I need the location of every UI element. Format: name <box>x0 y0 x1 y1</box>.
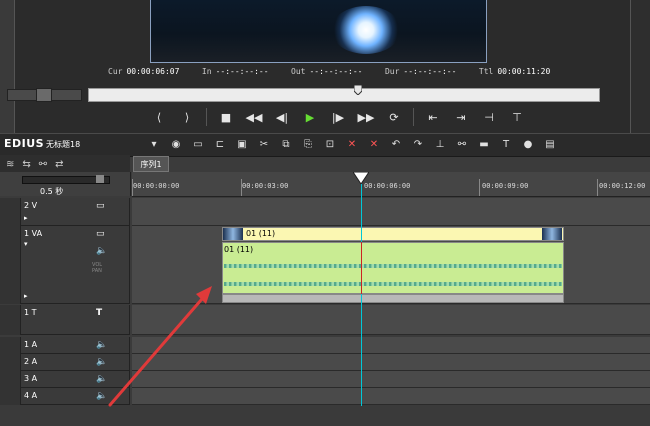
track-header-2v[interactable]: 2 V ▭ ▸ <box>0 198 130 226</box>
playhead-cut-line <box>361 242 362 294</box>
clip-thumbnail-start <box>223 228 243 240</box>
speaker-icon[interactable]: 🔈 <box>96 246 107 256</box>
expand-arrow-icon[interactable]: ▾ <box>24 240 28 248</box>
track-view-icon[interactable]: ≋ <box>6 159 14 170</box>
track-lane-2v[interactable] <box>132 198 650 226</box>
loop-icon[interactable]: ⟳ <box>385 108 403 126</box>
fast-forward-icon[interactable]: ▶▶ <box>357 108 375 126</box>
track-mode-icon[interactable]: ⇆ <box>22 159 30 170</box>
match-frame-icon[interactable]: ⊤ <box>508 108 526 126</box>
preview-monitor <box>150 0 487 63</box>
track-name-3a: 3 A <box>24 374 38 383</box>
set-out-icon[interactable]: ⟩ <box>178 108 196 126</box>
recorder-right-strip <box>630 0 650 133</box>
stop-icon[interactable]: ■ <box>217 108 235 126</box>
paste-icon[interactable]: ⎘ <box>300 137 316 151</box>
seek-thumb[interactable] <box>354 85 362 95</box>
ruler-tick-1: 00:00:03:00 <box>242 182 289 190</box>
shuttle-handle[interactable] <box>36 88 52 102</box>
track-name-2v: 2 V <box>24 201 38 210</box>
ruler-tick-0: 00:00:00:00 <box>133 182 180 190</box>
ttl-value: 00:00:11:20 <box>497 67 551 76</box>
out-label: Out <box>291 67 306 76</box>
save-icon[interactable]: ▣ <box>234 137 250 151</box>
set-in-icon[interactable]: ⟨ <box>150 108 168 126</box>
snapshot-icon[interactable]: ◉ <box>168 137 184 151</box>
ruler-tick-4: 00:00:12:00 <box>599 182 646 190</box>
dur-label: Dur <box>384 67 400 76</box>
welding-spark-image <box>331 6 401 54</box>
recorder-left-strip <box>0 0 15 133</box>
redo-icon[interactable]: ↷ <box>410 137 426 151</box>
video-clip-label: 01 (11) <box>246 229 276 238</box>
voice-over-icon[interactable]: ● <box>520 137 536 151</box>
audio-clip-footer <box>222 294 564 303</box>
new-file-icon[interactable]: ▭ <box>190 137 206 151</box>
in-label: In <box>201 67 212 76</box>
render-icon[interactable]: ▤ <box>542 137 558 151</box>
playhead-line[interactable] <box>361 184 362 406</box>
title-icon[interactable]: T <box>498 137 514 151</box>
out-value: --:--:--:-- <box>309 67 363 76</box>
audio-clip-label: 01 (11) <box>224 245 254 254</box>
tool-buttons: ▾ ◉ ▭ ⊏ ▣ ✂ ⧉ ⎘ ⊡ ✕ ✕ ↶ ↷ ⊥ ⚯ ▬ T ● ▤ <box>146 137 558 151</box>
snap-icon[interactable]: ⇄ <box>55 159 63 170</box>
add-cut-icon[interactable]: ⊥ <box>432 137 448 151</box>
link-icon[interactable]: ⚯ <box>39 159 47 170</box>
cut-icon[interactable]: ✂ <box>256 137 272 151</box>
insert-to-timeline-icon[interactable]: ⇤ <box>424 108 442 126</box>
ruler-tick-2: 00:00:06:00 <box>364 182 411 190</box>
copy-icon[interactable]: ⧉ <box>278 137 294 151</box>
split-edit-icon[interactable]: ⊣ <box>480 108 498 126</box>
timecode-readout: Cur 00:00:06:07 In --:--:--:-- Out --:--:--… <box>108 67 554 76</box>
step-back-icon[interactable]: ◀| <box>273 108 291 126</box>
cur-label: Cur <box>108 67 123 76</box>
track-name-1t: 1 T <box>24 308 37 317</box>
sync-lock-icon[interactable]: ⚯ <box>454 137 470 151</box>
track-name-4a: 4 A <box>24 391 38 400</box>
playhead-handle[interactable] <box>353 172 369 184</box>
undo-icon[interactable]: ↶ <box>388 137 404 151</box>
collapse-arrow-icon[interactable]: ▸ <box>24 292 28 300</box>
vol-pan-label[interactable]: VOL PAN <box>92 262 102 274</box>
ttl-label: Ttl <box>478 67 494 76</box>
timeline-ruler[interactable]: 00:00:00:00 00:00:03:00 00:00:06:00 00:0… <box>132 172 650 197</box>
expand-arrow-icon[interactable]: ▸ <box>24 214 28 222</box>
track-name-1va: 1 VA <box>24 229 43 238</box>
seek-bar[interactable] <box>88 88 600 102</box>
tab-sequence-1[interactable]: 序列1 <box>133 156 169 172</box>
annotation-arrow <box>108 286 212 407</box>
zoom-label: 0.5 秒 <box>40 187 64 196</box>
cur-value: 00:00:06:07 <box>126 67 180 76</box>
open-icon[interactable]: ⊏ <box>212 137 228 151</box>
audio-waveform <box>224 264 562 268</box>
overwrite-to-timeline-icon[interactable]: ⇥ <box>452 108 470 126</box>
audio-waveform <box>224 282 562 286</box>
play-icon[interactable]: ▶ <box>301 108 319 126</box>
ripple-delete-icon[interactable]: ✕ <box>366 137 382 151</box>
timeline-bottom <box>0 405 650 426</box>
project-name: 无标题18 <box>46 140 81 149</box>
video-track-icon: ▭ <box>96 229 105 239</box>
app-logo: EDIUS <box>4 137 45 150</box>
clip-thumbnail-end <box>542 228 562 240</box>
track-name-2a: 2 A <box>24 357 38 366</box>
in-value: --:--:--:-- <box>215 67 269 76</box>
ruler-tick-3: 00:00:09:00 <box>482 182 529 190</box>
track-name-1a: 1 A <box>24 340 38 349</box>
replace-icon[interactable]: ⊡ <box>322 137 338 151</box>
rewind-icon[interactable]: ◀◀ <box>245 108 263 126</box>
sequence-settings-icon[interactable]: ▾ <box>146 137 162 151</box>
audio-clip[interactable] <box>222 242 564 294</box>
dur-value: --:--:--:-- <box>403 67 457 76</box>
video-track-icon: ▭ <box>96 201 105 211</box>
track-panel-toolbar: ≋ ⇆ ⚯ ⇄ <box>0 155 130 173</box>
step-forward-icon[interactable]: |▶ <box>329 108 347 126</box>
transport-controls: ⟨ ⟩ ■ ◀◀ ◀| ▶ |▶ ▶▶ ⟳ ⇤ ⇥ ⊣ ⊤ <box>150 107 526 127</box>
marker-icon[interactable]: ▬ <box>476 137 492 151</box>
delete-icon[interactable]: ✕ <box>344 137 360 151</box>
zoom-slider-thumb[interactable] <box>96 175 104 183</box>
